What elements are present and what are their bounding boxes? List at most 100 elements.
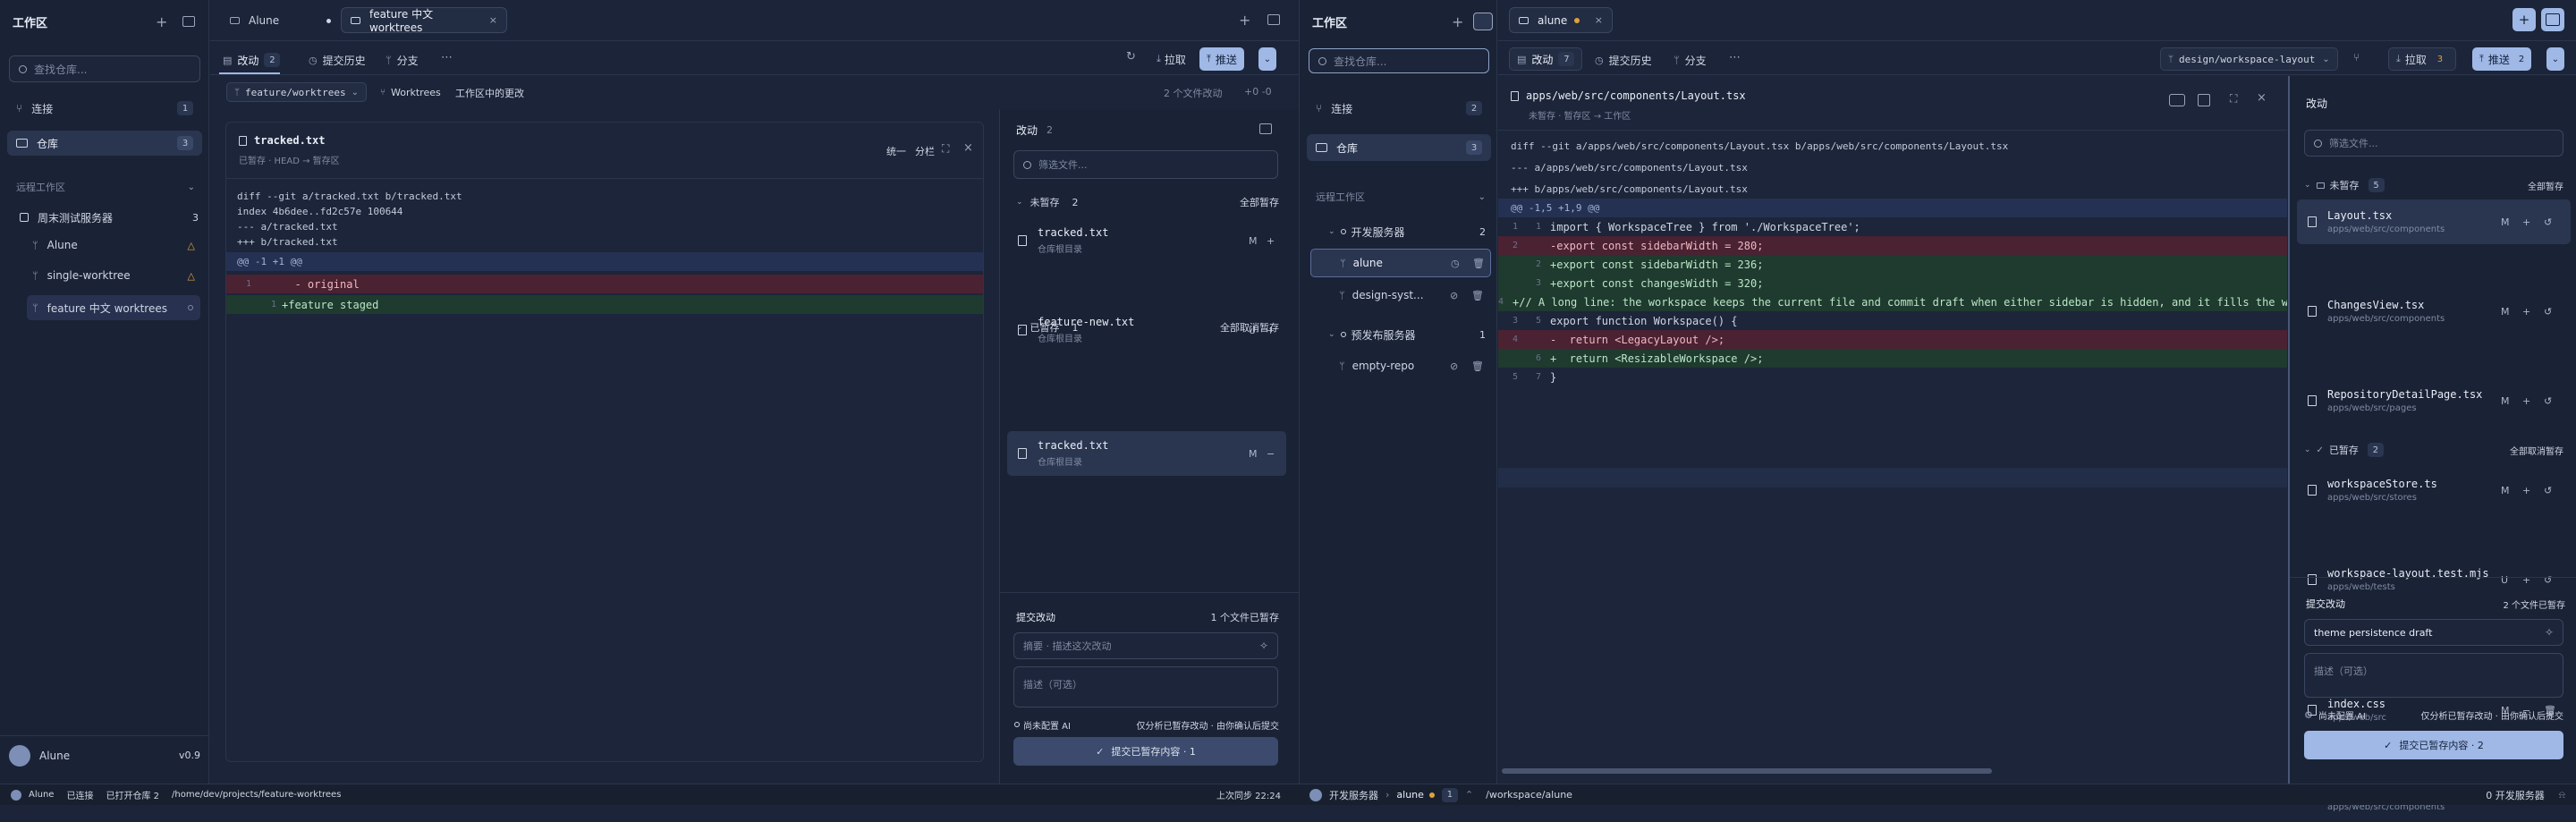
stage-icon[interactable]: + xyxy=(2522,395,2530,407)
description-input[interactable]: 描述（可选） xyxy=(1023,679,1082,691)
unstaged-header[interactable]: ⌄ 未暂存 5 全部暂存 xyxy=(2304,178,2563,192)
subtab-branches[interactable]: ᛘ 分支 xyxy=(386,50,419,70)
add-icon[interactable]: + xyxy=(156,13,167,30)
remote-section-header[interactable]: 远程工作区 ⌄ xyxy=(16,180,195,194)
discard-icon[interactable]: ↺ xyxy=(2544,485,2552,496)
subtab-history[interactable]: ◷ 提交历史 xyxy=(309,50,366,70)
commit-button[interactable]: ✓ 提交已暂存内容 · 2 xyxy=(2304,731,2563,759)
worktree-item-active[interactable]: ᛘ alune ◷ 🗑 xyxy=(1310,249,1491,277)
nav-connections[interactable]: ⑂ 连接 1 xyxy=(7,97,202,120)
commit-button[interactable]: ✓ 提交已暂存内容 · 1 xyxy=(1013,737,1278,766)
list-item[interactable]: ChangesView.tsx apps/web/src/components M +… xyxy=(2297,289,2571,334)
sidebar-toggle-icon[interactable] xyxy=(1473,13,1493,30)
commit-description-field[interactable]: 描述（可选） xyxy=(2304,653,2563,698)
refresh-icon[interactable]: ↻ xyxy=(1126,50,1136,64)
check-circle-icon[interactable]: ⊘ xyxy=(1450,360,1458,372)
worktree-item[interactable]: ᛘ Alune △ xyxy=(32,236,195,254)
description-input[interactable]: 描述（可选） xyxy=(2314,665,2373,677)
summary-input[interactable]: theme persistence draft xyxy=(2314,627,2432,639)
nav-repositories[interactable]: 仓库 3 xyxy=(7,131,202,156)
close-icon[interactable]: × xyxy=(2257,91,2267,105)
chevron-up-icon[interactable]: ⌃ xyxy=(1465,789,1473,801)
repo-search[interactable]: 查找仓库... xyxy=(1309,48,1489,73)
worktree-item[interactable]: ᛘ single-worktree △ xyxy=(32,267,195,284)
staged-header[interactable]: ⌄ ✓ 已暂存 2 全部取消暂存 xyxy=(2304,443,2563,457)
push-button[interactable]: ⤒ 推送 2 xyxy=(2472,47,2532,71)
worktrees-icon[interactable]: ⑂ xyxy=(2353,51,2360,64)
stage-icon[interactable]: + xyxy=(1267,235,1275,247)
delete-icon[interactable]: 🗑 xyxy=(1471,360,1484,372)
panel-toggle-button[interactable] xyxy=(2541,8,2564,31)
check-circle-icon[interactable]: ⊘ xyxy=(1450,290,1458,301)
stage-all-button[interactable]: 全部暂存 xyxy=(1240,195,1279,209)
collapse-panel-icon[interactable] xyxy=(1259,123,1272,134)
stage-icon[interactable]: + xyxy=(2522,306,2530,318)
list-item-selected[interactable]: tracked.txt 仓库根目录 M − xyxy=(1007,431,1286,476)
worktrees-button[interactable]: ⑂ Worktrees xyxy=(380,82,441,102)
mode-split-button[interactable]: 分栏 xyxy=(915,144,935,158)
subtab-history[interactable]: ◷ 提交历史 xyxy=(1595,50,1652,70)
panel-toggle-icon[interactable] xyxy=(1267,14,1280,25)
list-item[interactable]: workspace-layout.test.mjs apps/web/tests U… xyxy=(2297,557,2571,602)
stage-icon[interactable]: + xyxy=(2522,485,2530,496)
history-icon[interactable]: ◷ xyxy=(1451,258,1460,269)
comment-icon[interactable] xyxy=(2169,94,2185,106)
list-item[interactable]: workspaceStore.ts apps/web/src/stores M + ↺ xyxy=(2297,468,2571,513)
branch-selector[interactable]: ᛘ feature/worktrees ⌄ xyxy=(226,82,367,102)
unstaged-header[interactable]: ⌄ 未暂存 2 全部暂存 xyxy=(1016,195,1279,209)
search-input[interactable]: 查找仓库... xyxy=(34,62,87,77)
list-item-selected[interactable]: Layout.tsx apps/web/src/components M + ↺ xyxy=(2297,199,2571,244)
list-item[interactable]: RepositoryDetailPage.tsx apps/web/src/pag… xyxy=(2297,378,2571,423)
add-tab-button[interactable]: + xyxy=(2512,8,2536,31)
close-icon[interactable]: × xyxy=(489,14,497,26)
server-item[interactable]: 周末测试服务器 3 xyxy=(20,208,199,226)
tab-feature[interactable]: feature 中文 worktrees × xyxy=(341,7,507,34)
delete-icon[interactable]: 🗑 xyxy=(1472,258,1485,269)
pull-button[interactable]: ⤓ 拉取 3 xyxy=(2388,47,2456,71)
discard-icon[interactable]: ↺ xyxy=(2544,306,2552,318)
server-item[interactable]: ⌄ 预发布服务器 1 xyxy=(1328,326,1486,343)
file-filter[interactable]: 筛选文件... xyxy=(1013,150,1278,179)
subtab-changes[interactable]: ▤ 改动 7 xyxy=(1509,47,1583,71)
expand-icon[interactable]: ⛶ xyxy=(2230,92,2237,106)
unstage-all-button[interactable]: 全部取消暂存 xyxy=(2510,444,2563,457)
branch-selector[interactable]: ᛘ design/workspace-layout ⌄ xyxy=(2160,47,2338,71)
worktree-item[interactable]: ᛘ design-syst... ⊘ 🗑 xyxy=(1310,282,1491,309)
tab-alune[interactable]: alune × xyxy=(1509,7,1613,33)
sparkle-icon[interactable]: ✧ xyxy=(2545,626,2554,639)
close-icon[interactable]: × xyxy=(963,141,973,155)
sidebar-toggle-icon[interactable] xyxy=(182,16,195,27)
horizontal-scrollbar[interactable] xyxy=(1502,768,1992,774)
user-footer[interactable]: Alune v0.9 xyxy=(0,735,209,775)
staged-header[interactable]: ⌄ 已暂存 1 全部取消暂存 xyxy=(1016,320,1279,335)
discard-icon[interactable]: ↺ xyxy=(2544,216,2552,228)
add-tab-icon[interactable]: + xyxy=(1239,12,1250,29)
remote-section-header[interactable]: 远程工作区 ⌄ xyxy=(1316,190,1486,204)
filter-input[interactable]: 筛选文件... xyxy=(2329,136,2378,150)
file-filter[interactable]: 筛选文件... xyxy=(2304,130,2563,157)
close-icon[interactable]: × xyxy=(1595,14,1603,26)
pull-button[interactable]: ⤓ 拉取 xyxy=(1151,49,1191,69)
repo-search[interactable]: 查找仓库... xyxy=(9,55,200,82)
commit-description-field[interactable]: 描述（可选） xyxy=(1013,666,1278,708)
worktree-item[interactable]: ᛘ empty-repo ⊘ 🗑 xyxy=(1310,352,1491,379)
unstage-icon[interactable]: − xyxy=(1267,448,1275,460)
split-view-icon[interactable] xyxy=(2198,94,2210,106)
commit-summary-field[interactable]: 摘要 · 描述这次改动 ✧ xyxy=(1013,632,1278,659)
tab-alune[interactable]: Alune xyxy=(221,9,328,32)
push-options-button[interactable]: ⌄ xyxy=(2546,47,2564,71)
worktree-item-active[interactable]: ᛘ feature 中文 worktrees xyxy=(27,295,200,320)
discard-icon[interactable]: ↺ xyxy=(2544,395,2552,407)
nav-connections[interactable]: ⑂ 连接 2 xyxy=(1307,97,1491,120)
expand-icon[interactable]: ⛶ xyxy=(942,142,949,156)
subtab-branches[interactable]: ᛘ 分支 xyxy=(1674,50,1707,70)
stage-icon[interactable]: + xyxy=(2522,216,2530,228)
stage-all-button[interactable]: 全部暂存 xyxy=(2528,179,2563,192)
sparkle-icon[interactable]: ✧ xyxy=(1259,640,1268,652)
push-options-button[interactable]: ⌄ xyxy=(1258,47,1276,71)
summary-input[interactable]: 摘要 · 描述这次改动 xyxy=(1023,639,1112,653)
subtab-changes[interactable]: ▤ 改动 2 xyxy=(223,50,281,70)
unstage-all-button[interactable]: 全部取消暂存 xyxy=(1220,320,1279,335)
more-icon[interactable]: ⋯ xyxy=(1729,51,1741,64)
bell-icon[interactable]: ⍾ xyxy=(2559,789,2565,801)
